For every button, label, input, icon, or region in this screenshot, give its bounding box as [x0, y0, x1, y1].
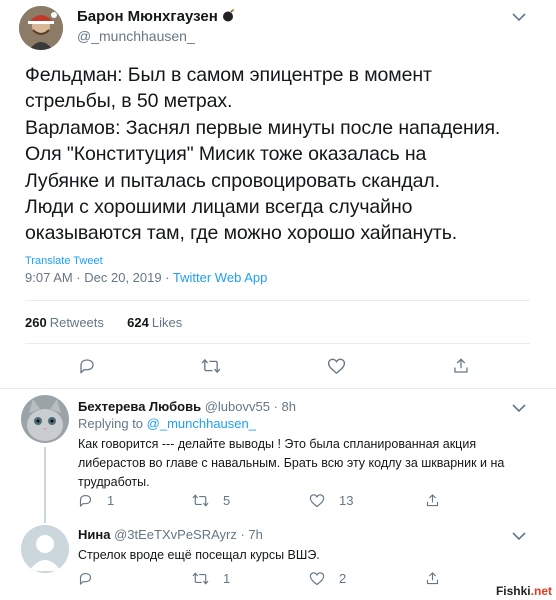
tweet-text-line: стрельбы, в 50 метрах.: [25, 90, 233, 113]
reply-icon: [80, 359, 94, 374]
thread-line: [44, 517, 46, 523]
like-count: 2: [339, 571, 347, 586]
likes-count: 624: [127, 315, 149, 330]
reply-text-line: трудработы.: [78, 475, 150, 489]
like-icon: [309, 572, 325, 586]
retweet-icon: [201, 358, 221, 374]
watermark-suffix: .net: [530, 584, 552, 598]
retweet-icon: [192, 572, 209, 585]
replying-to: Replying to @_munchhausen_: [78, 416, 256, 431]
retweet-button[interactable]: 1: [192, 571, 230, 586]
tweet-meta: 9:07 AM · Dec 20, 2019 · Twitter Web App: [25, 270, 267, 285]
author-name-text[interactable]: Барон Мюнхгаузен: [77, 8, 218, 25]
tweet-text-line: Люди с хорошими лицами всегда случайно: [25, 196, 413, 219]
retweets-label: Retweets: [49, 315, 104, 330]
replying-to-handle[interactable]: @_munchhausen_: [147, 416, 256, 431]
reply-author-name[interactable]: Бехтерева Любовь: [78, 399, 201, 414]
replying-to-prefix: Replying to: [78, 416, 147, 431]
share-icon: [426, 572, 439, 585]
tweet-timestamp[interactable]: 9:07 AM · Dec 20, 2019 ·: [25, 270, 173, 285]
retweet-icon: [192, 494, 209, 507]
reply-icon: [79, 572, 92, 585]
tweet-text-line: Оля "Конституция" Мисик тоже оказалась н…: [25, 143, 427, 166]
reply-author-handle[interactable]: @3tEeTXvPeSRAyrz: [114, 527, 237, 542]
like-icon: [327, 358, 346, 375]
reply-button[interactable]: [78, 357, 96, 375]
share-button[interactable]: [425, 493, 440, 508]
tweet-text: Фельдман: Был в самом эпицентре в момент…: [25, 62, 550, 247]
reply-tweet: Нина @3tEeTXvPeSRAyrz · 7h Стрелок вроде…: [0, 517, 556, 600]
tweet-source[interactable]: Twitter Web App: [173, 270, 267, 285]
like-button[interactable]: 13: [309, 493, 353, 508]
share-icon: [454, 358, 468, 373]
reply-text: Стрелок вроде ещё посещал курсы ВШЭ.: [78, 546, 538, 565]
watermark: Fishki.net: [496, 584, 552, 598]
retweets-count: 260: [25, 315, 47, 330]
reply-count: 1: [107, 493, 115, 508]
reply-text-line: Как говорится --- делайте выводы ! Это б…: [78, 437, 477, 451]
avatar[interactable]: [21, 395, 69, 443]
share-button[interactable]: [425, 571, 440, 586]
author-handle[interactable]: @_munchhausen_: [77, 28, 195, 44]
author-name[interactable]: Барон Мюнхгаузен: [77, 8, 235, 26]
thread-line: [44, 447, 46, 517]
reply-button[interactable]: 1: [78, 493, 114, 508]
reply-author-handle[interactable]: @lubovv55: [205, 399, 270, 414]
retweet-count: 5: [223, 493, 231, 508]
like-button[interactable]: 2: [309, 571, 346, 586]
avatar[interactable]: [21, 525, 69, 573]
watermark-text: Fishki: [495, 584, 531, 598]
like-button[interactable]: [327, 357, 346, 375]
reply-header: Бехтерева Любовь @lubovv55 · 8h: [78, 399, 296, 414]
reply-button[interactable]: [78, 571, 93, 586]
reply-text-line: Стрелок вроде ещё посещал курсы ВШЭ.: [78, 548, 320, 562]
retweet-button[interactable]: [201, 357, 221, 375]
reply-text-line: либерастов во главе с навальным. Брать в…: [78, 456, 505, 470]
reply-text: Как говорится --- делайте выводы ! Это б…: [78, 435, 538, 492]
share-icon: [426, 494, 439, 507]
author-avatar[interactable]: [19, 6, 63, 50]
translate-tweet-link[interactable]: Translate Tweet: [25, 255, 103, 267]
reply-icon: [79, 494, 92, 507]
reply-time[interactable]: · 8h: [270, 399, 296, 414]
likes-stat[interactable]: 624 Likes: [127, 315, 182, 330]
likes-label: Likes: [151, 315, 183, 330]
retweets-stat[interactable]: 260 Retweets: [25, 315, 104, 330]
reply-author-name[interactable]: Нина: [78, 527, 110, 542]
main-tweet: Барон Мюнхгаузен @_munchhausen_ Фельдман…: [0, 0, 556, 390]
share-button[interactable]: [452, 357, 470, 375]
tweet-text-line: Лубянке и пыталась спровоцировать сканда…: [25, 169, 441, 192]
reply-header: Нина @3tEeTXvPeSRAyrz · 7h: [78, 527, 263, 542]
like-icon: [309, 494, 325, 508]
tweet-stats: 260 Retweets 624 Likes: [25, 315, 182, 330]
reply-tweet: Бехтерева Любовь @lubovv55 · 8h Replying…: [0, 389, 556, 517]
tweet-text-line: Фельдман: Был в самом эпицентре в момент: [25, 64, 432, 86]
chevron-down-icon[interactable]: [511, 529, 527, 541]
retweet-count: 1: [223, 571, 231, 586]
divider: [25, 343, 530, 344]
tweet-text-line: оказываются там, где можно хорошо хайпан…: [25, 222, 458, 245]
tweet-text-line: Варламов: Заснял первые минуты после нап…: [25, 116, 501, 139]
divider: [25, 300, 530, 301]
reply-time[interactable]: · 7h: [237, 527, 262, 542]
chevron-down-icon[interactable]: [511, 10, 527, 22]
like-count: 13: [339, 493, 354, 508]
retweet-button[interactable]: 5: [192, 493, 230, 508]
bomb-icon: [222, 9, 235, 26]
chevron-down-icon[interactable]: [511, 401, 527, 413]
